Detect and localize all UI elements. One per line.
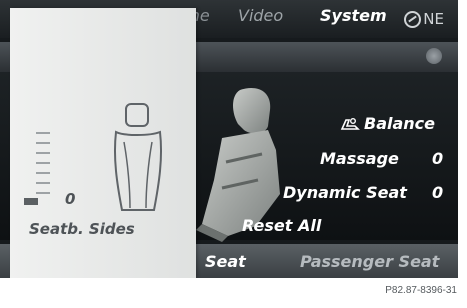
scale-tick <box>36 192 50 194</box>
level-scale <box>22 130 62 205</box>
menu-item-video[interactable]: Video <box>238 6 283 25</box>
scale-tick <box>36 182 50 184</box>
seat-outline-icon <box>113 103 163 211</box>
menu-dot-icon <box>426 48 442 64</box>
level-marker <box>24 198 38 205</box>
dynamic-seat-value: 0 <box>432 183 444 202</box>
reset-all-option[interactable]: Reset All <box>242 216 321 235</box>
balance-label: Balance <box>364 114 435 133</box>
balance-option[interactable]: Balance <box>340 114 435 133</box>
dynamic-seat-option[interactable]: Dynamic Seat <box>283 183 407 202</box>
scale-tick <box>36 162 50 164</box>
scale-tick <box>36 132 50 134</box>
massage-option[interactable]: Massage <box>320 149 399 168</box>
massage-value: 0 <box>432 149 444 168</box>
image-caption: P82.87-8396-31 <box>385 285 457 296</box>
compass-heading: NE <box>423 10 444 28</box>
scale-tick <box>36 152 50 154</box>
compass-icon <box>404 10 422 28</box>
menu-item-system[interactable]: System <box>320 6 387 25</box>
compass: NE <box>404 10 444 28</box>
seatbelt-sides-label: Seatb. Sides <box>29 220 135 238</box>
balance-icon <box>340 117 360 130</box>
scale-tick <box>36 172 50 174</box>
seatbelt-sides-value: 0 <box>65 190 76 208</box>
seatbelt-sides-overlay: 0 Seatb. Sides <box>10 8 196 278</box>
seat-tab[interactable]: Seat <box>205 252 246 271</box>
display-screen: NE one Video System Balance Massage 0 Dy… <box>0 0 458 278</box>
scale-tick <box>36 142 50 144</box>
passenger-seat-tab[interactable]: Passenger Seat <box>300 252 439 271</box>
